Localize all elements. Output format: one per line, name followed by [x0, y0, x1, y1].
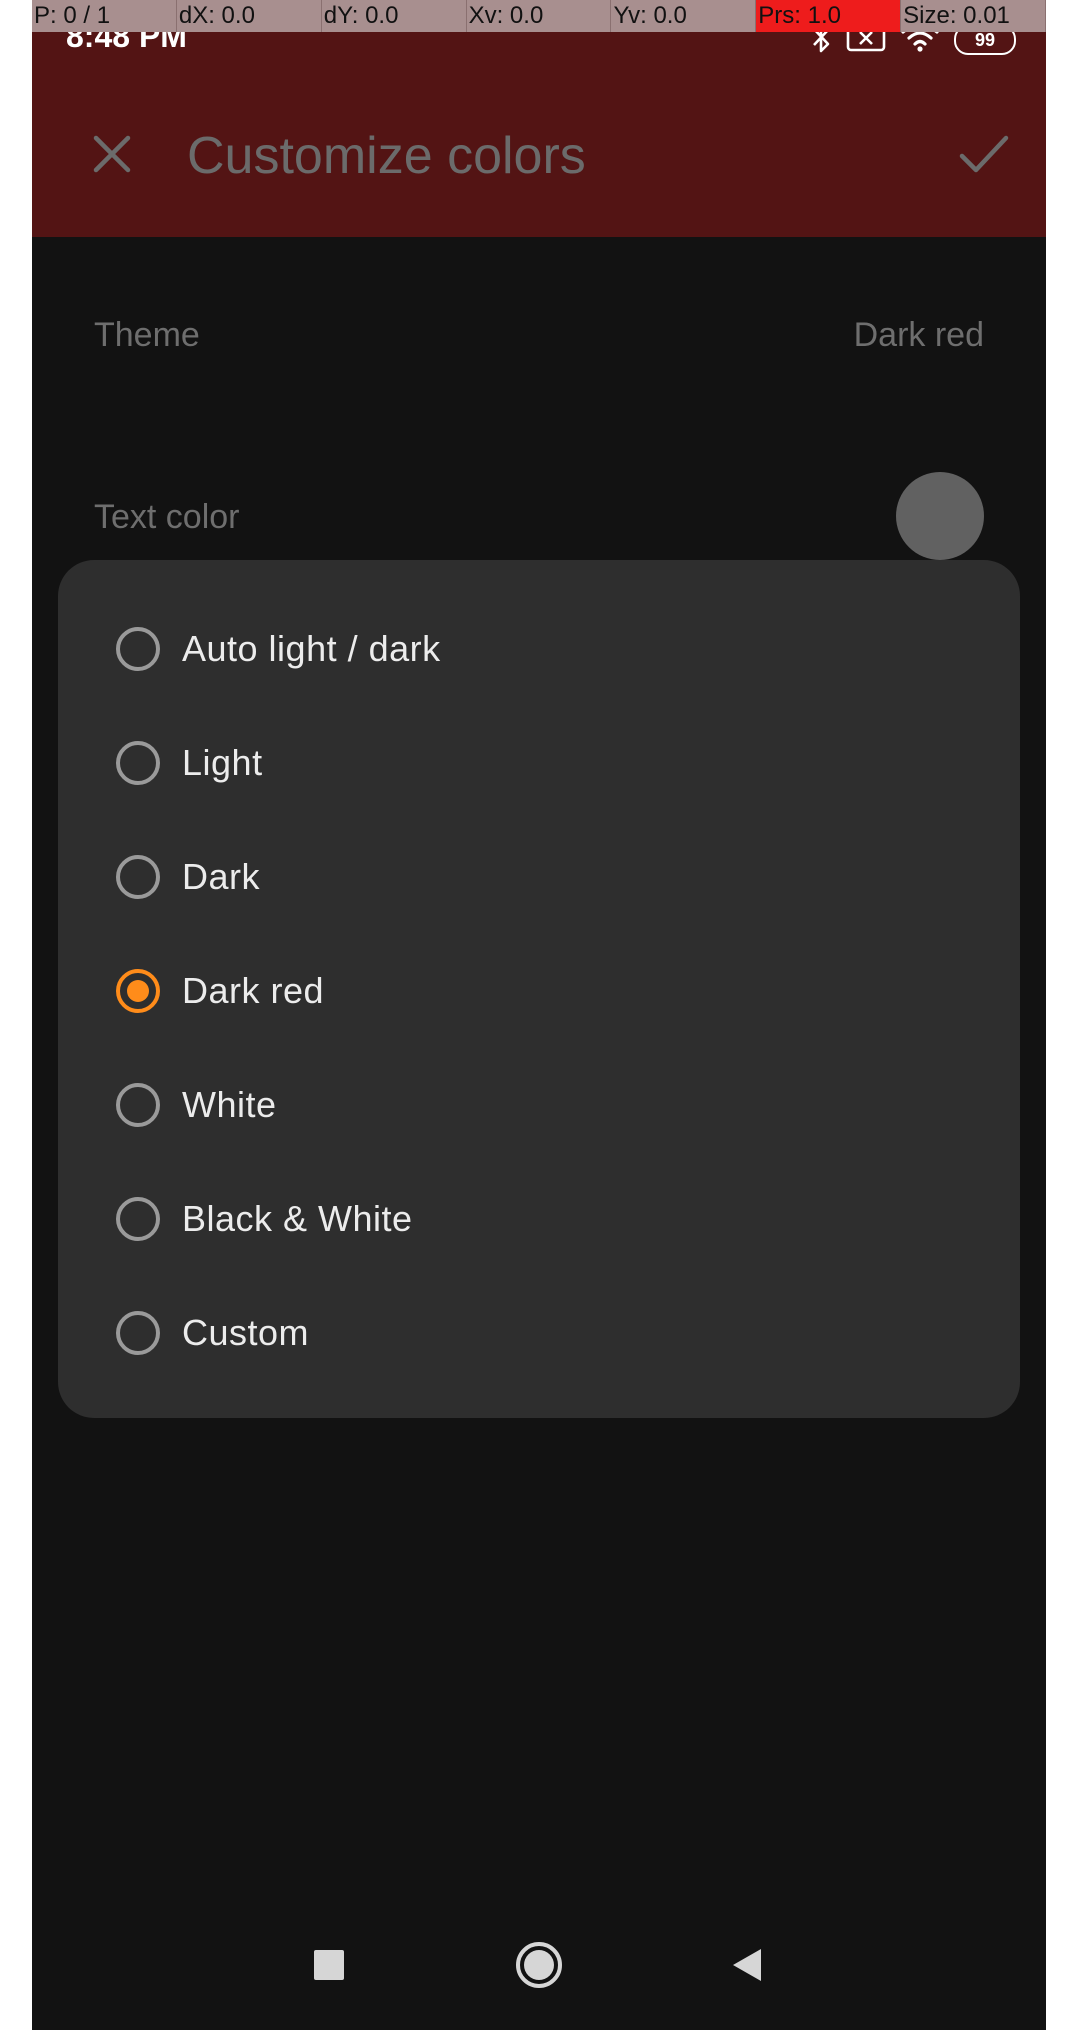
theme-option-light[interactable]: Light [58, 706, 1020, 820]
radio-button[interactable] [116, 741, 160, 785]
pointer-debug-overlay: P: 0 / 1 dX: 0.0 dY: 0.0 Xv: 0.0 Yv: 0.0… [32, 0, 1046, 32]
debug-xv: Xv: 0.0 [467, 0, 612, 32]
debug-pointer: P: 0 / 1 [32, 0, 177, 32]
confirm-button[interactable] [944, 114, 1024, 194]
home-button[interactable] [504, 1930, 574, 2000]
recents-square-icon [314, 1950, 344, 1980]
page-title: Customize colors [187, 127, 586, 185]
debug-dx: dX: 0.0 [177, 0, 322, 32]
theme-row[interactable]: Theme Dark red [32, 280, 1046, 390]
theme-label: Theme [94, 316, 200, 354]
text-color-label: Text color [94, 498, 240, 536]
theme-option-custom[interactable]: Custom [58, 1276, 1020, 1390]
option-label: Custom [182, 1312, 310, 1353]
radio-button[interactable] [116, 1083, 160, 1127]
app-bar: Customize colors [32, 70, 1046, 237]
close-icon [93, 135, 131, 173]
radio-button-selected[interactable] [116, 969, 160, 1013]
debug-size: Size: 0.01 [901, 0, 1046, 32]
check-icon [959, 135, 1009, 173]
recents-button[interactable] [294, 1930, 364, 2000]
theme-value: Dark red [853, 316, 984, 354]
option-label: Black & White [182, 1198, 413, 1239]
back-triangle-icon [733, 1949, 761, 1981]
text-color-row[interactable]: Text color [32, 460, 1046, 570]
home-circle-icon [516, 1942, 562, 1988]
debug-yv: Yv: 0.0 [611, 0, 757, 32]
option-label: White [182, 1084, 277, 1125]
radio-button[interactable] [116, 1311, 160, 1355]
debug-pressure: Prs: 1.0 [756, 0, 902, 32]
option-label: Dark [182, 856, 261, 897]
radio-button[interactable] [116, 1197, 160, 1241]
back-button[interactable] [712, 1930, 782, 2000]
theme-option-black-white[interactable]: Black & White [58, 1162, 1020, 1276]
navigation-bar [32, 1900, 1046, 2030]
theme-option-white[interactable]: White [58, 1048, 1020, 1162]
theme-option-dark-red[interactable]: Dark red [58, 934, 1020, 1048]
radio-button[interactable] [116, 627, 160, 671]
option-label: Light [182, 742, 263, 783]
radio-button[interactable] [116, 855, 160, 899]
theme-option-dark[interactable]: Dark [58, 820, 1020, 934]
close-button[interactable] [72, 114, 152, 194]
text-color-swatch[interactable] [896, 472, 984, 560]
option-label: Dark red [182, 970, 325, 1011]
theme-option-auto[interactable]: Auto light / dark [58, 592, 1020, 706]
app-screen: 8:48 PM 99 P: 0 / 1 dX: 0.0 dY: 0.0 Xv: … [32, 0, 1046, 2030]
option-label: Auto light / dark [182, 628, 441, 669]
debug-dy: dY: 0.0 [322, 0, 467, 32]
theme-dialog: Auto light / dark Light Dark Dark red Wh… [58, 560, 1020, 1418]
